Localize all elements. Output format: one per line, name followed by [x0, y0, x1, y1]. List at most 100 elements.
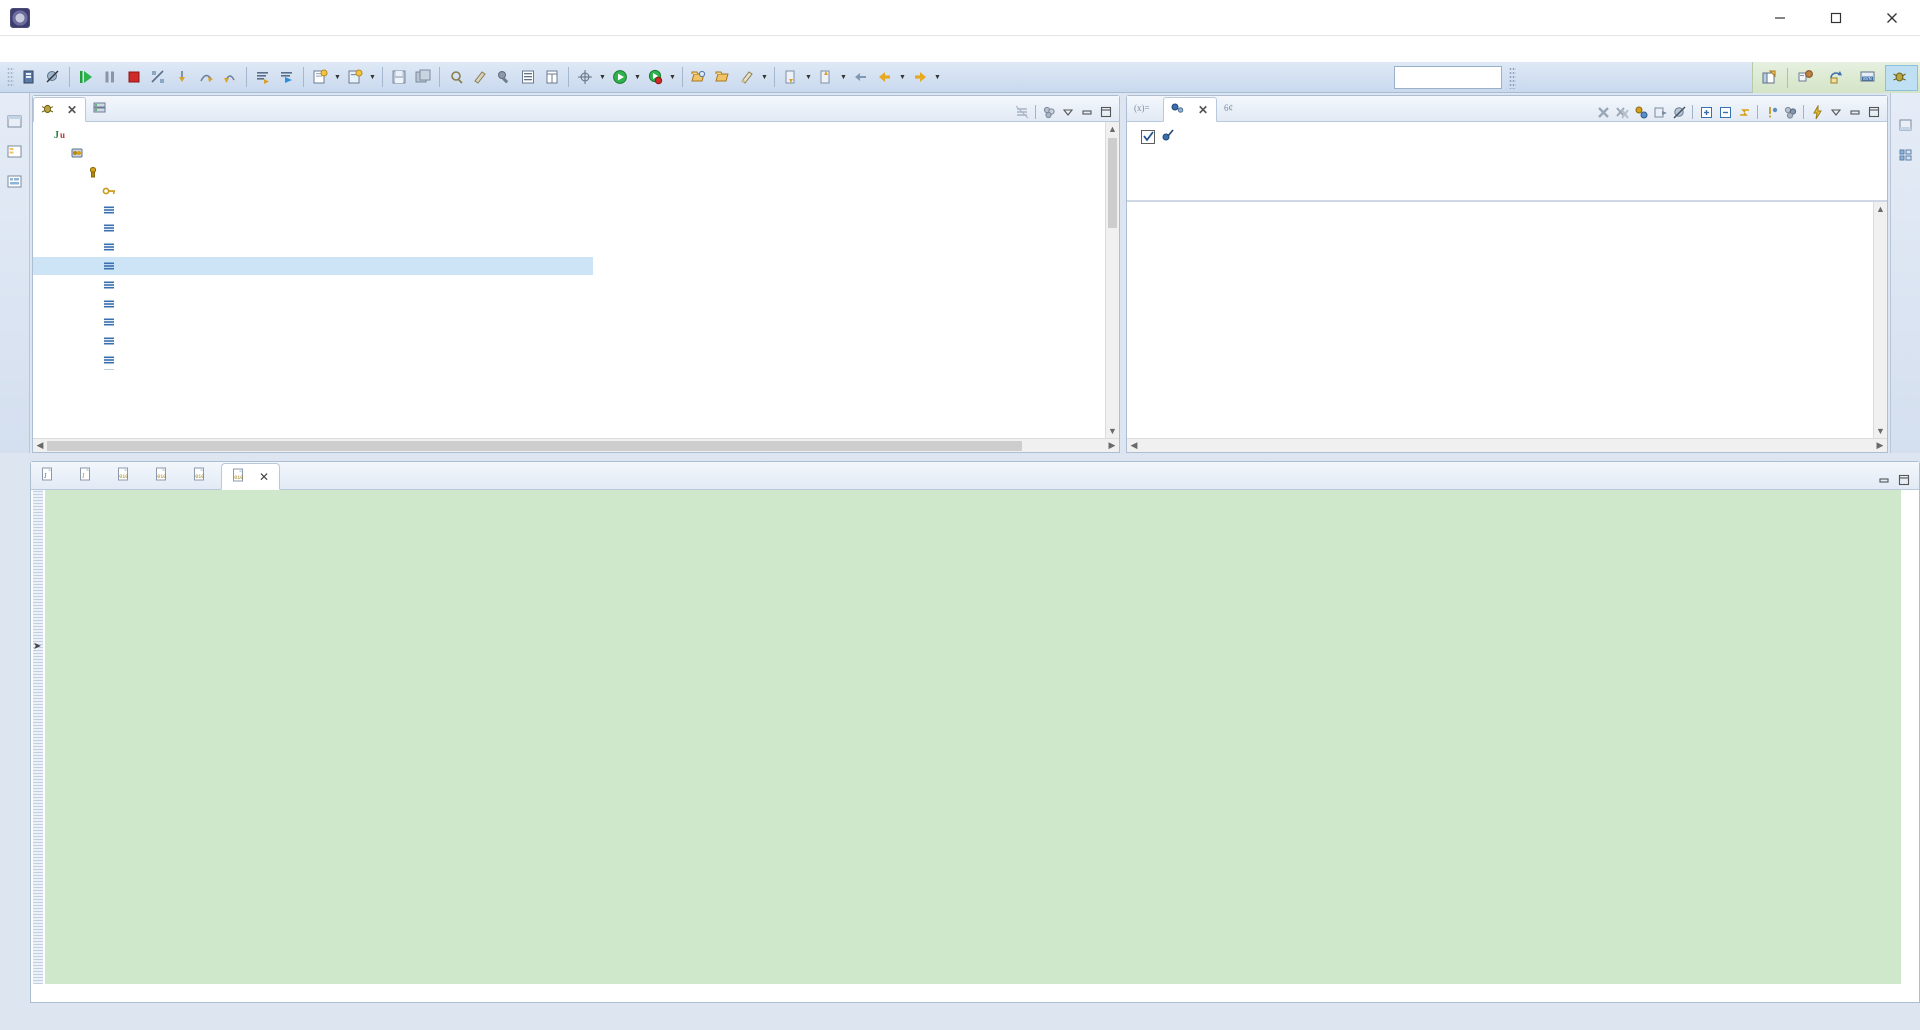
tree-row-selected[interactable]: [33, 256, 593, 276]
prev-annotation-icon[interactable]: [815, 65, 837, 89]
externaltools-icon[interactable]: [493, 65, 515, 89]
run-dropdown[interactable]: ▼: [632, 65, 643, 89]
editor-tab-userservice[interactable]: J: [31, 462, 69, 489]
close-icon[interactable]: ✕: [1198, 103, 1208, 117]
view-maximize-icon[interactable]: [1865, 103, 1883, 121]
tab-debug[interactable]: ✕: [33, 97, 87, 122]
remove-all-breakpoints-icon[interactable]: [1613, 103, 1631, 121]
new-item-dropdown[interactable]: ▼: [367, 65, 378, 89]
debug-view-group-icon[interactable]: [1040, 103, 1058, 121]
perspective-svn-repository[interactable]: SVN: [1854, 65, 1885, 91]
menu-source[interactable]: [44, 47, 62, 51]
table-icon[interactable]: [541, 65, 563, 89]
tree-row[interactable]: [33, 313, 1119, 332]
minimize-view-icon[interactable]: [1895, 115, 1917, 135]
scroll-down-arrow[interactable]: ▼: [1106, 424, 1119, 438]
editor-marker-bar[interactable]: ➤: [31, 490, 45, 984]
close-icon[interactable]: ✕: [67, 103, 77, 117]
tree-row[interactable]: [33, 181, 1119, 200]
save-all-icon[interactable]: [412, 65, 434, 89]
open-perspective-button[interactable]: [1755, 65, 1783, 91]
editor-tab-eventlistener[interactable]: 010: [107, 462, 145, 489]
close-button[interactable]: [1864, 0, 1920, 36]
menu-run[interactable]: [134, 47, 152, 51]
tree-row[interactable]: [33, 238, 1119, 257]
link-breakpoints-icon[interactable]: [1735, 103, 1753, 121]
view-maximize-icon[interactable]: [1097, 103, 1115, 121]
debug-last-icon[interactable]: [574, 65, 596, 89]
run-to-line-icon[interactable]: [276, 65, 298, 89]
scroll-right-arrow[interactable]: ▶: [1105, 440, 1119, 451]
tab-variables[interactable]: (x)=: [1127, 96, 1163, 121]
search-icon[interactable]: [736, 65, 758, 89]
tree-row[interactable]: Ju: [33, 125, 1119, 144]
run-as-coverage-icon[interactable]: [644, 65, 666, 89]
vscroll-thumb[interactable]: [1108, 138, 1117, 228]
terminate-icon[interactable]: [123, 65, 145, 89]
step-over-icon[interactable]: [195, 65, 217, 89]
skip-all-breakpoints-icon[interactable]: [1670, 103, 1688, 121]
view-minimize-icon[interactable]: [1059, 103, 1077, 121]
menu-help[interactable]: [170, 47, 188, 51]
quick-access-input[interactable]: [1394, 66, 1502, 89]
tree-row[interactable]: [33, 294, 1119, 313]
scroll-left-arrow[interactable]: ◀: [33, 440, 47, 451]
tree-row[interactable]: [33, 332, 1119, 351]
list-icon[interactable]: [517, 65, 539, 89]
print-icon[interactable]: [445, 65, 467, 89]
tree-row[interactable]: [33, 200, 1119, 219]
menu-navigate[interactable]: [80, 47, 98, 51]
skip-breakpoints-icon[interactable]: [42, 65, 64, 89]
tree-row[interactable]: [33, 275, 1119, 294]
forward-icon[interactable]: [909, 65, 931, 89]
editor-minimize-icon[interactable]: [1875, 471, 1893, 489]
tab-breakpoints[interactable]: ✕: [1163, 97, 1218, 122]
new-java-project-dropdown[interactable]: ▼: [332, 65, 343, 89]
step-into-icon[interactable]: [171, 65, 193, 89]
new-java-server-icon[interactable]: [18, 65, 40, 89]
tree-row[interactable]: [33, 351, 1119, 370]
code-editor[interactable]: ➤: [31, 490, 1919, 1002]
breakpoint-detail-vscrollbar[interactable]: ▲ ▼: [1873, 202, 1887, 438]
hscroll-thumb[interactable]: [47, 440, 1022, 451]
tab-expressions[interactable]: 6¢: [1217, 96, 1251, 121]
collapse-all-icon[interactable]: [1716, 103, 1734, 121]
editor-tab-ioctest[interactable]: J: [69, 462, 107, 489]
tree-row[interactable]: [33, 163, 1119, 182]
breakpoint-detail-icon[interactable]: [1808, 103, 1826, 121]
menu-edit[interactable]: [26, 47, 44, 51]
next-annotation-dropdown[interactable]: ▼: [803, 65, 814, 89]
new-java-project-icon[interactable]: [309, 65, 331, 89]
expand-all-icon[interactable]: [1697, 103, 1715, 121]
debug-stack-tree[interactable]: Ju: [33, 122, 1119, 378]
tree-row[interactable]: [33, 144, 1119, 163]
view-menu-icon[interactable]: [1013, 103, 1031, 121]
close-icon[interactable]: ✕: [259, 470, 269, 484]
breakpoints-sash[interactable]: [1127, 200, 1887, 202]
debug-dropdown[interactable]: ▼: [597, 65, 608, 89]
editor-tab-abstractapplicationcontext[interactable]: 010 ✕: [221, 463, 281, 490]
step-return-icon[interactable]: [219, 65, 241, 89]
debug-view-vscrollbar[interactable]: ▲ ▼: [1105, 122, 1119, 438]
breakpoint-checkbox[interactable]: [1141, 129, 1155, 144]
perspective-java-ee[interactable]: [1792, 65, 1823, 91]
back-icon[interactable]: [874, 65, 896, 89]
link-with-debug-view-icon[interactable]: [1632, 103, 1650, 121]
tree-row-partial[interactable]: [33, 369, 1119, 378]
breakpoint-working-sets-icon[interactable]: [1762, 103, 1780, 121]
scroll-left-arrow[interactable]: ◀: [1127, 440, 1141, 451]
view-collapse-icon[interactable]: [1078, 103, 1096, 121]
editor-tab-smartinitializingsingleton[interactable]: 010: [183, 462, 221, 489]
editor-maximize-icon[interactable]: [1895, 471, 1913, 489]
menu-project[interactable]: [116, 47, 134, 51]
perspective-debug[interactable]: [1885, 65, 1918, 91]
breakpoint-detail-hscrollbar[interactable]: ◀ ▶: [1127, 438, 1887, 452]
open-resource-icon[interactable]: [712, 65, 734, 89]
scroll-down-arrow[interactable]: ▼: [1874, 424, 1887, 438]
editor-tab-eventlistenermethodprocessor[interactable]: 010: [145, 462, 183, 489]
tab-servers[interactable]: [86, 96, 119, 121]
code-text[interactable]: &nbs Unable to parse any validly-formatt…: [111, 490, 1901, 984]
resume-icon[interactable]: [75, 65, 97, 89]
tree-row[interactable]: [33, 219, 1119, 238]
toolbar-grip[interactable]: [7, 67, 14, 87]
